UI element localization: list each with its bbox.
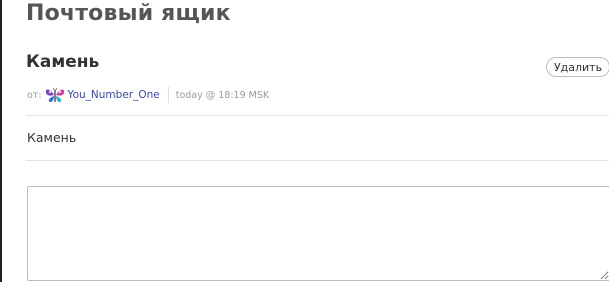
message-meta: от: You_Number_One today @ 18:19 MSK [27,85,269,105]
reply-textarea[interactable] [27,186,609,281]
divider-bottom [26,160,609,161]
meta-divider [167,87,169,103]
page-title: Почтовый ящик [26,1,231,26]
message-timestamp: today @ 18:19 MSK [175,89,270,101]
sender-name-link[interactable]: You_Number_One [68,89,160,101]
divider-top [26,115,609,116]
message-subject: Камень [26,52,100,72]
delete-button[interactable]: Удалить [546,57,609,77]
message-body: Камень [27,130,77,145]
mailbox-page: Почтовый ящик Камень Удалить от: You_Num… [0,0,609,282]
butterfly-avatar-icon[interactable] [44,87,66,104]
from-label: от: [27,89,42,101]
